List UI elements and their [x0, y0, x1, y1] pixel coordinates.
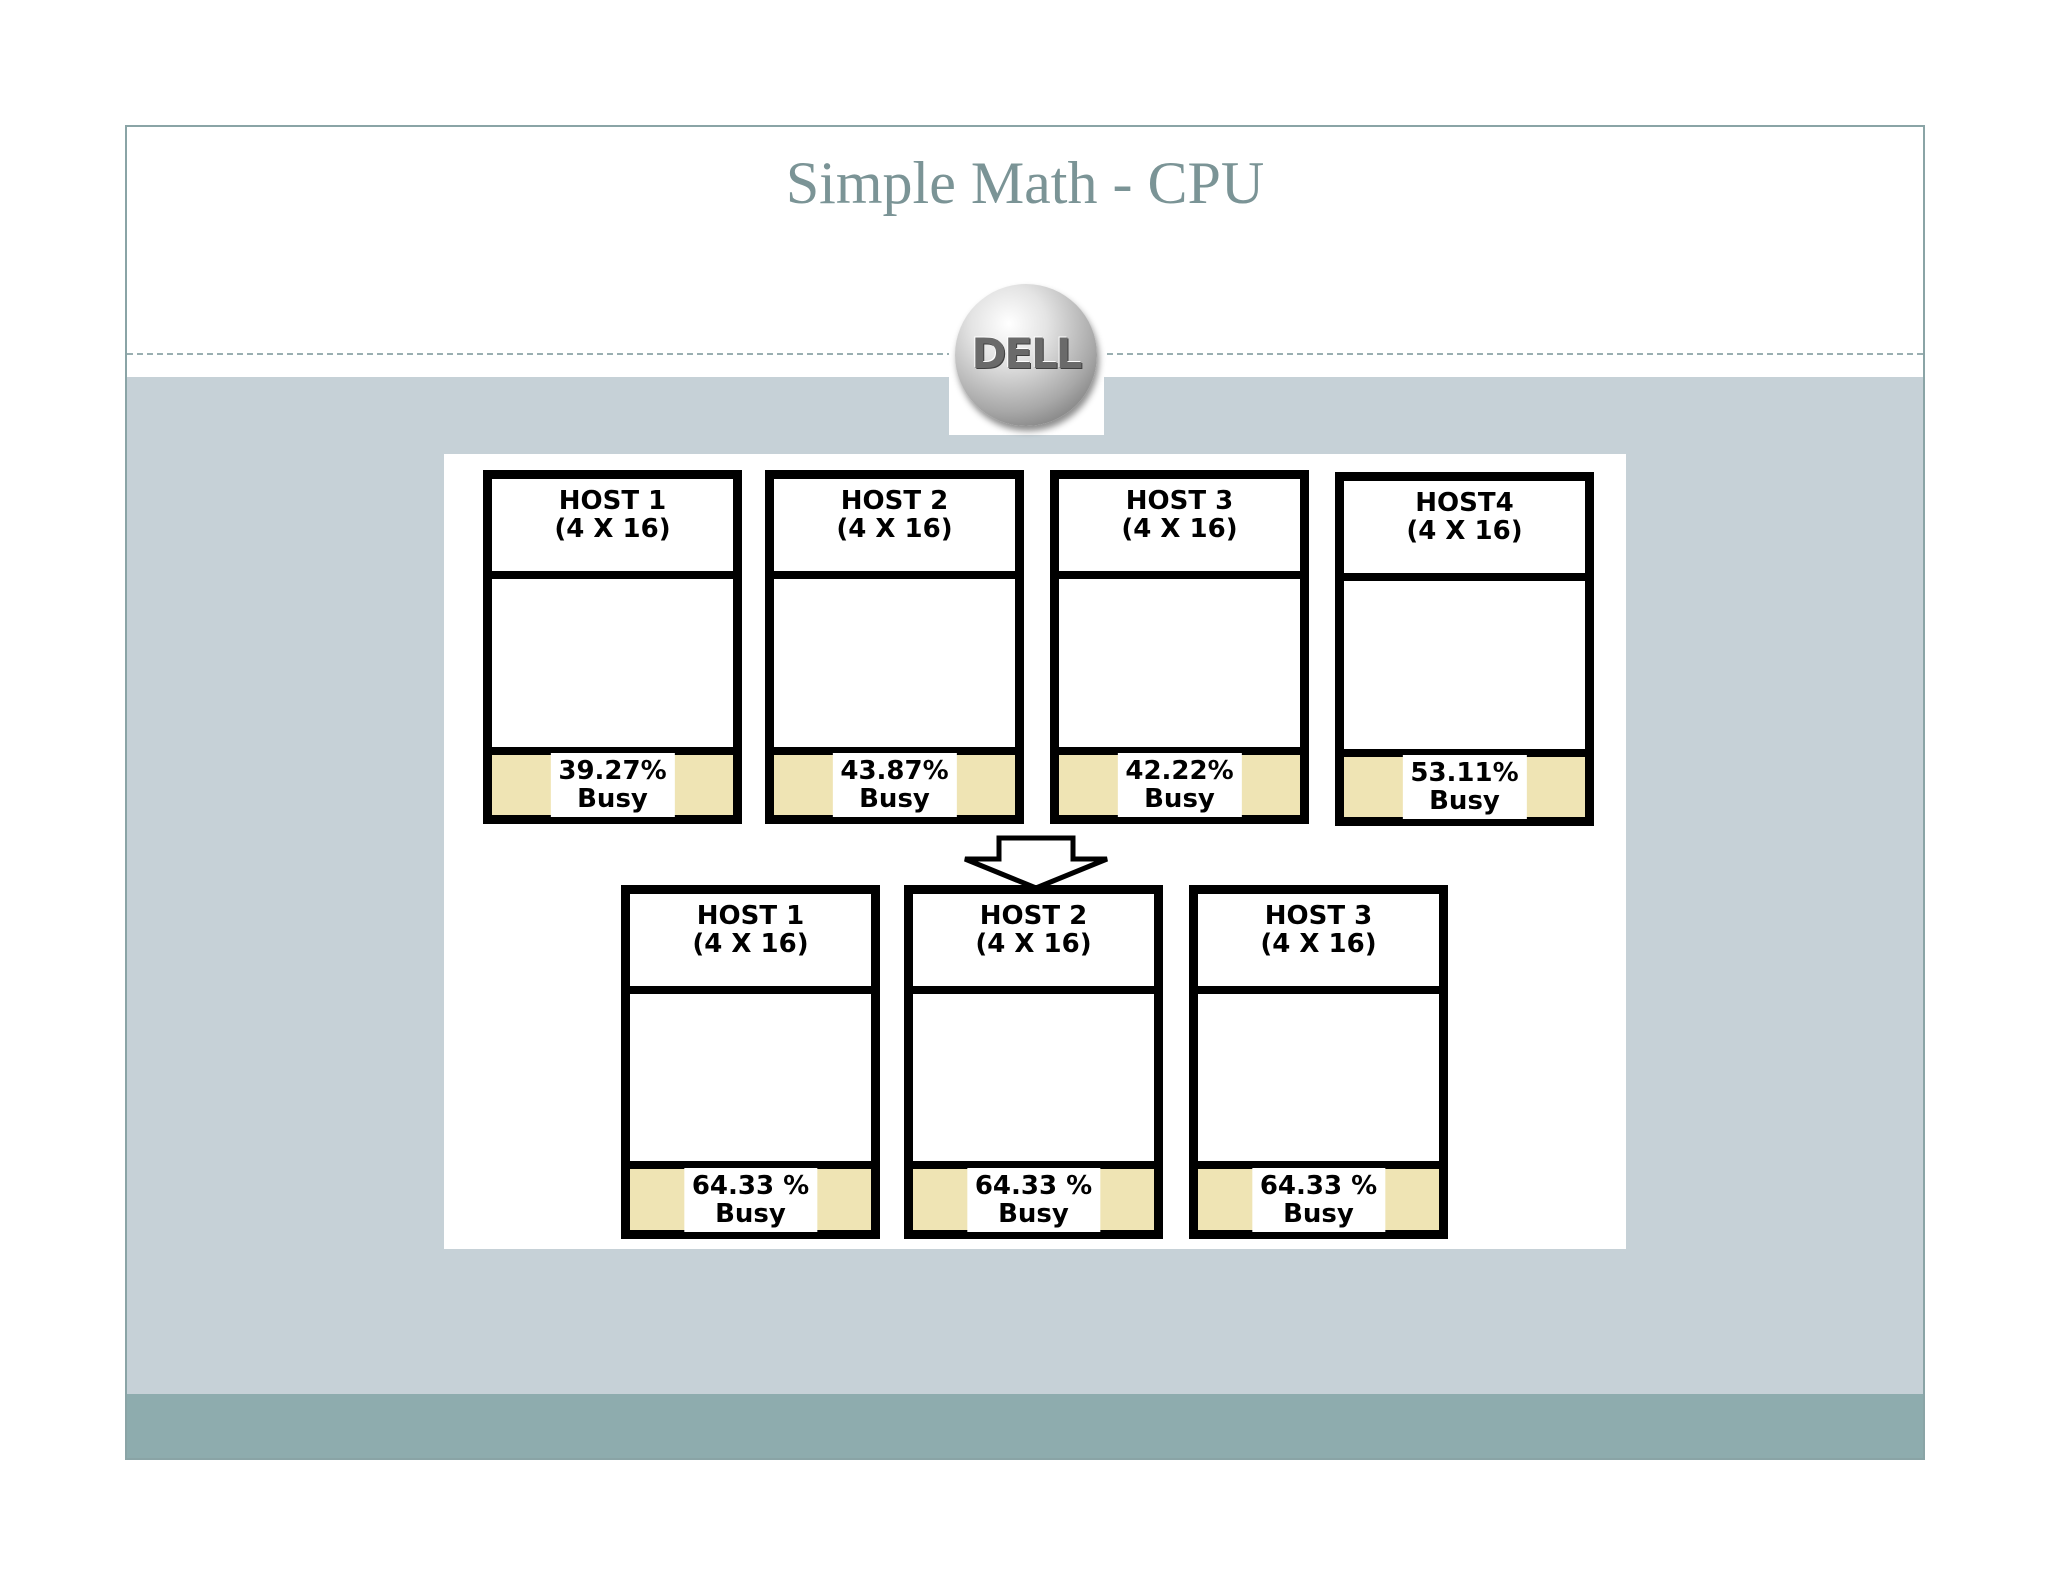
host-header: HOST 3 (4 X 16) — [1198, 894, 1439, 994]
host-spec: (4 X 16) — [554, 514, 671, 544]
host-header: HOST 1 (4 X 16) — [492, 479, 733, 579]
busy-label: 64.33 % Busy — [1251, 1167, 1386, 1232]
host-header: HOST 3 (4 X 16) — [1059, 479, 1300, 579]
footer-band — [127, 1394, 1923, 1458]
busy-text: Busy — [998, 1198, 1069, 1229]
busy-value: 39.27% — [558, 756, 667, 786]
host-box-after-1: HOST 1 (4 X 16) 64.33 % Busy — [621, 885, 880, 1239]
busy-value: 53.11% — [1410, 758, 1519, 788]
busy-text: Busy — [1429, 786, 1500, 816]
host-spec: (4 X 16) — [692, 929, 809, 959]
host-box-before-1: HOST 1 (4 X 16) 39.27% Busy — [483, 470, 742, 824]
host-box-after-2: HOST 2 (4 X 16) 64.33 % Busy — [904, 885, 1163, 1239]
busy-fill: 42.22% Busy — [1059, 747, 1300, 817]
busy-value: 64.33 % — [691, 1170, 810, 1201]
busy-value: 64.33 % — [1259, 1170, 1378, 1201]
host-spec: (4 X 16) — [1121, 514, 1238, 544]
host-name: HOST 3 — [1125, 486, 1234, 516]
busy-value: 64.33 % — [974, 1170, 1093, 1201]
host-box-before-4: HOST4 (4 X 16) 53.11% Busy — [1335, 472, 1594, 826]
busy-text: Busy — [715, 1198, 786, 1229]
busy-fill: 64.33 % Busy — [1198, 1161, 1439, 1232]
host-spec: (4 X 16) — [1406, 516, 1523, 546]
host-name: HOST 1 — [696, 901, 805, 931]
busy-fill: 53.11% Busy — [1344, 749, 1585, 819]
busy-label: 39.27% Busy — [550, 753, 675, 817]
busy-text: Busy — [859, 784, 930, 814]
host-box-before-3: HOST 3 (4 X 16) 42.22% Busy — [1050, 470, 1309, 824]
dell-logo-sphere: DELL — [955, 284, 1097, 426]
slide-title: Simple Math - CPU — [785, 150, 1265, 216]
busy-text: Busy — [1144, 784, 1215, 814]
host-header: HOST4 (4 X 16) — [1344, 481, 1585, 581]
host-name: HOST4 — [1415, 488, 1514, 518]
cpu-consolidation-diagram: HOST 1 (4 X 16) 39.27% Busy HOST 2 (4 X … — [444, 454, 1626, 1249]
host-name: HOST 2 — [840, 486, 949, 516]
busy-fill: 64.33 % Busy — [630, 1161, 871, 1232]
host-header: HOST 2 (4 X 16) — [913, 894, 1154, 994]
busy-label: 42.22% Busy — [1117, 753, 1242, 817]
dell-logo-text: DELL — [971, 329, 1082, 378]
host-spec: (4 X 16) — [836, 514, 953, 544]
busy-fill: 43.87% Busy — [774, 747, 1015, 817]
busy-value: 42.22% — [1125, 756, 1234, 786]
host-name: HOST 3 — [1264, 901, 1373, 931]
busy-text: Busy — [1283, 1198, 1354, 1229]
busy-label: 43.87% Busy — [832, 753, 957, 817]
dell-logo: DELL — [949, 280, 1104, 435]
host-header: HOST 2 (4 X 16) — [774, 479, 1015, 579]
busy-fill: 39.27% Busy — [492, 747, 733, 817]
busy-label: 64.33 % Busy — [966, 1167, 1101, 1232]
host-spec: (4 X 16) — [1260, 929, 1377, 959]
busy-value: 43.87% — [840, 756, 949, 786]
host-box-before-2: HOST 2 (4 X 16) 43.87% Busy — [765, 470, 1024, 824]
slide: Simple Math - CPU DELL HOST 1 (4 X 16) 3… — [125, 125, 1925, 1460]
host-spec: (4 X 16) — [975, 929, 1092, 959]
busy-text: Busy — [577, 784, 648, 814]
busy-fill: 64.33 % Busy — [913, 1161, 1154, 1232]
busy-label: 53.11% Busy — [1402, 755, 1527, 819]
host-name: HOST 1 — [558, 486, 667, 516]
host-name: HOST 2 — [979, 901, 1088, 931]
busy-label: 64.33 % Busy — [683, 1167, 818, 1232]
host-header: HOST 1 (4 X 16) — [630, 894, 871, 994]
host-box-after-3: HOST 3 (4 X 16) 64.33 % Busy — [1189, 885, 1448, 1239]
down-arrow-icon — [964, 835, 1108, 891]
